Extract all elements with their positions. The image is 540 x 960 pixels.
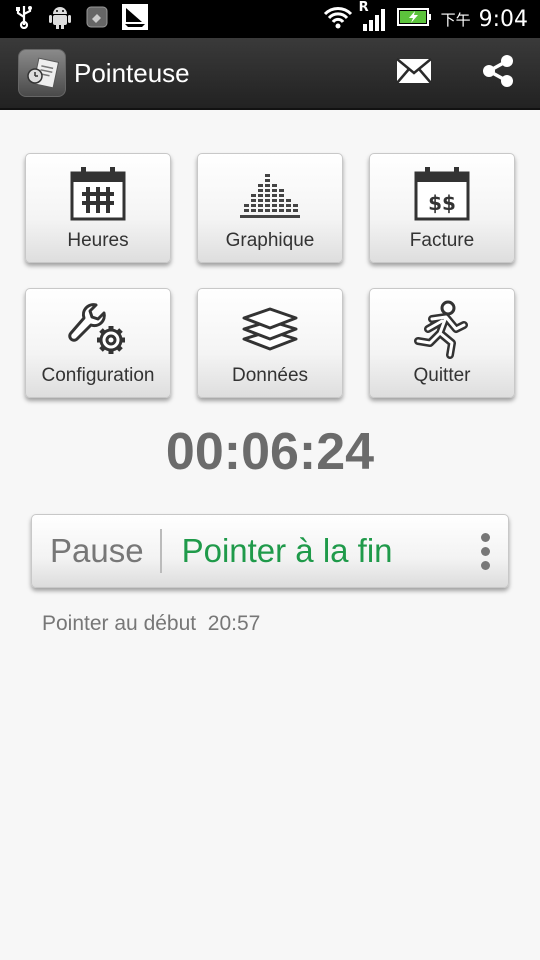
tile-label: Données: [231, 365, 309, 386]
running-man-icon: [412, 299, 472, 359]
app-title: Pointeuse: [74, 57, 190, 88]
status-ampm: 下午: [440, 10, 471, 29]
configuration-button[interactable]: Configuration: [25, 288, 171, 398]
share-button[interactable]: [456, 37, 540, 109]
overflow-dot: [480, 560, 490, 570]
svg-text:$$: $$: [428, 191, 456, 215]
calendar-dollar-icon: $$: [412, 164, 472, 224]
punch-start-info: Pointer au début 20:57: [42, 612, 260, 636]
facture-button[interactable]: $$ Facture: [369, 153, 515, 263]
tile-label: Graphique: [225, 230, 315, 251]
elapsed-timer: 00:06:24: [165, 423, 375, 481]
layers-icon: [238, 299, 302, 359]
mail-icon: [396, 58, 432, 88]
heures-button[interactable]: Heures: [25, 153, 171, 263]
app-notification-icon: [86, 6, 108, 32]
action-bar: Pointeuse: [0, 38, 540, 110]
overflow-dot: [480, 546, 490, 556]
punch-start-time: 20:57: [207, 612, 261, 635]
sailboat-icon: [122, 4, 148, 34]
punch-end-button[interactable]: Pointer à la fin: [162, 515, 462, 587]
mail-button[interactable]: [372, 37, 456, 109]
overflow-menu-button[interactable]: [462, 515, 508, 587]
tile-label: Configuration: [41, 365, 155, 386]
graphique-button[interactable]: Graphique: [197, 153, 343, 263]
donnees-button[interactable]: Données: [197, 288, 343, 398]
pause-button[interactable]: Pause: [32, 515, 160, 587]
quitter-button[interactable]: Quitter: [369, 288, 515, 398]
wifi-icon: [323, 5, 353, 33]
overflow-dot: [480, 532, 490, 542]
bar-graph-icon: [238, 164, 302, 224]
roaming-label: R: [358, 0, 369, 15]
punch-bar: Pause Pointer à la fin: [31, 514, 509, 588]
status-bar: R 下午 9:04: [0, 0, 540, 38]
usb-icon: [14, 5, 34, 33]
tile-label: Quitter: [413, 365, 471, 386]
app-logo-icon[interactable]: [18, 49, 66, 97]
punch-start-label: Pointer au début: [42, 612, 197, 635]
wrench-gear-icon: [66, 299, 130, 359]
battery-charging-icon: [396, 7, 433, 31]
status-time: 9:04: [478, 6, 528, 32]
tile-label: Heures: [67, 230, 129, 251]
android-debug-icon: [48, 4, 72, 34]
signal-icon: R: [359, 0, 389, 32]
tile-label: Facture: [409, 230, 475, 251]
share-icon: [480, 53, 516, 93]
calendar-grid-icon: [68, 164, 128, 224]
